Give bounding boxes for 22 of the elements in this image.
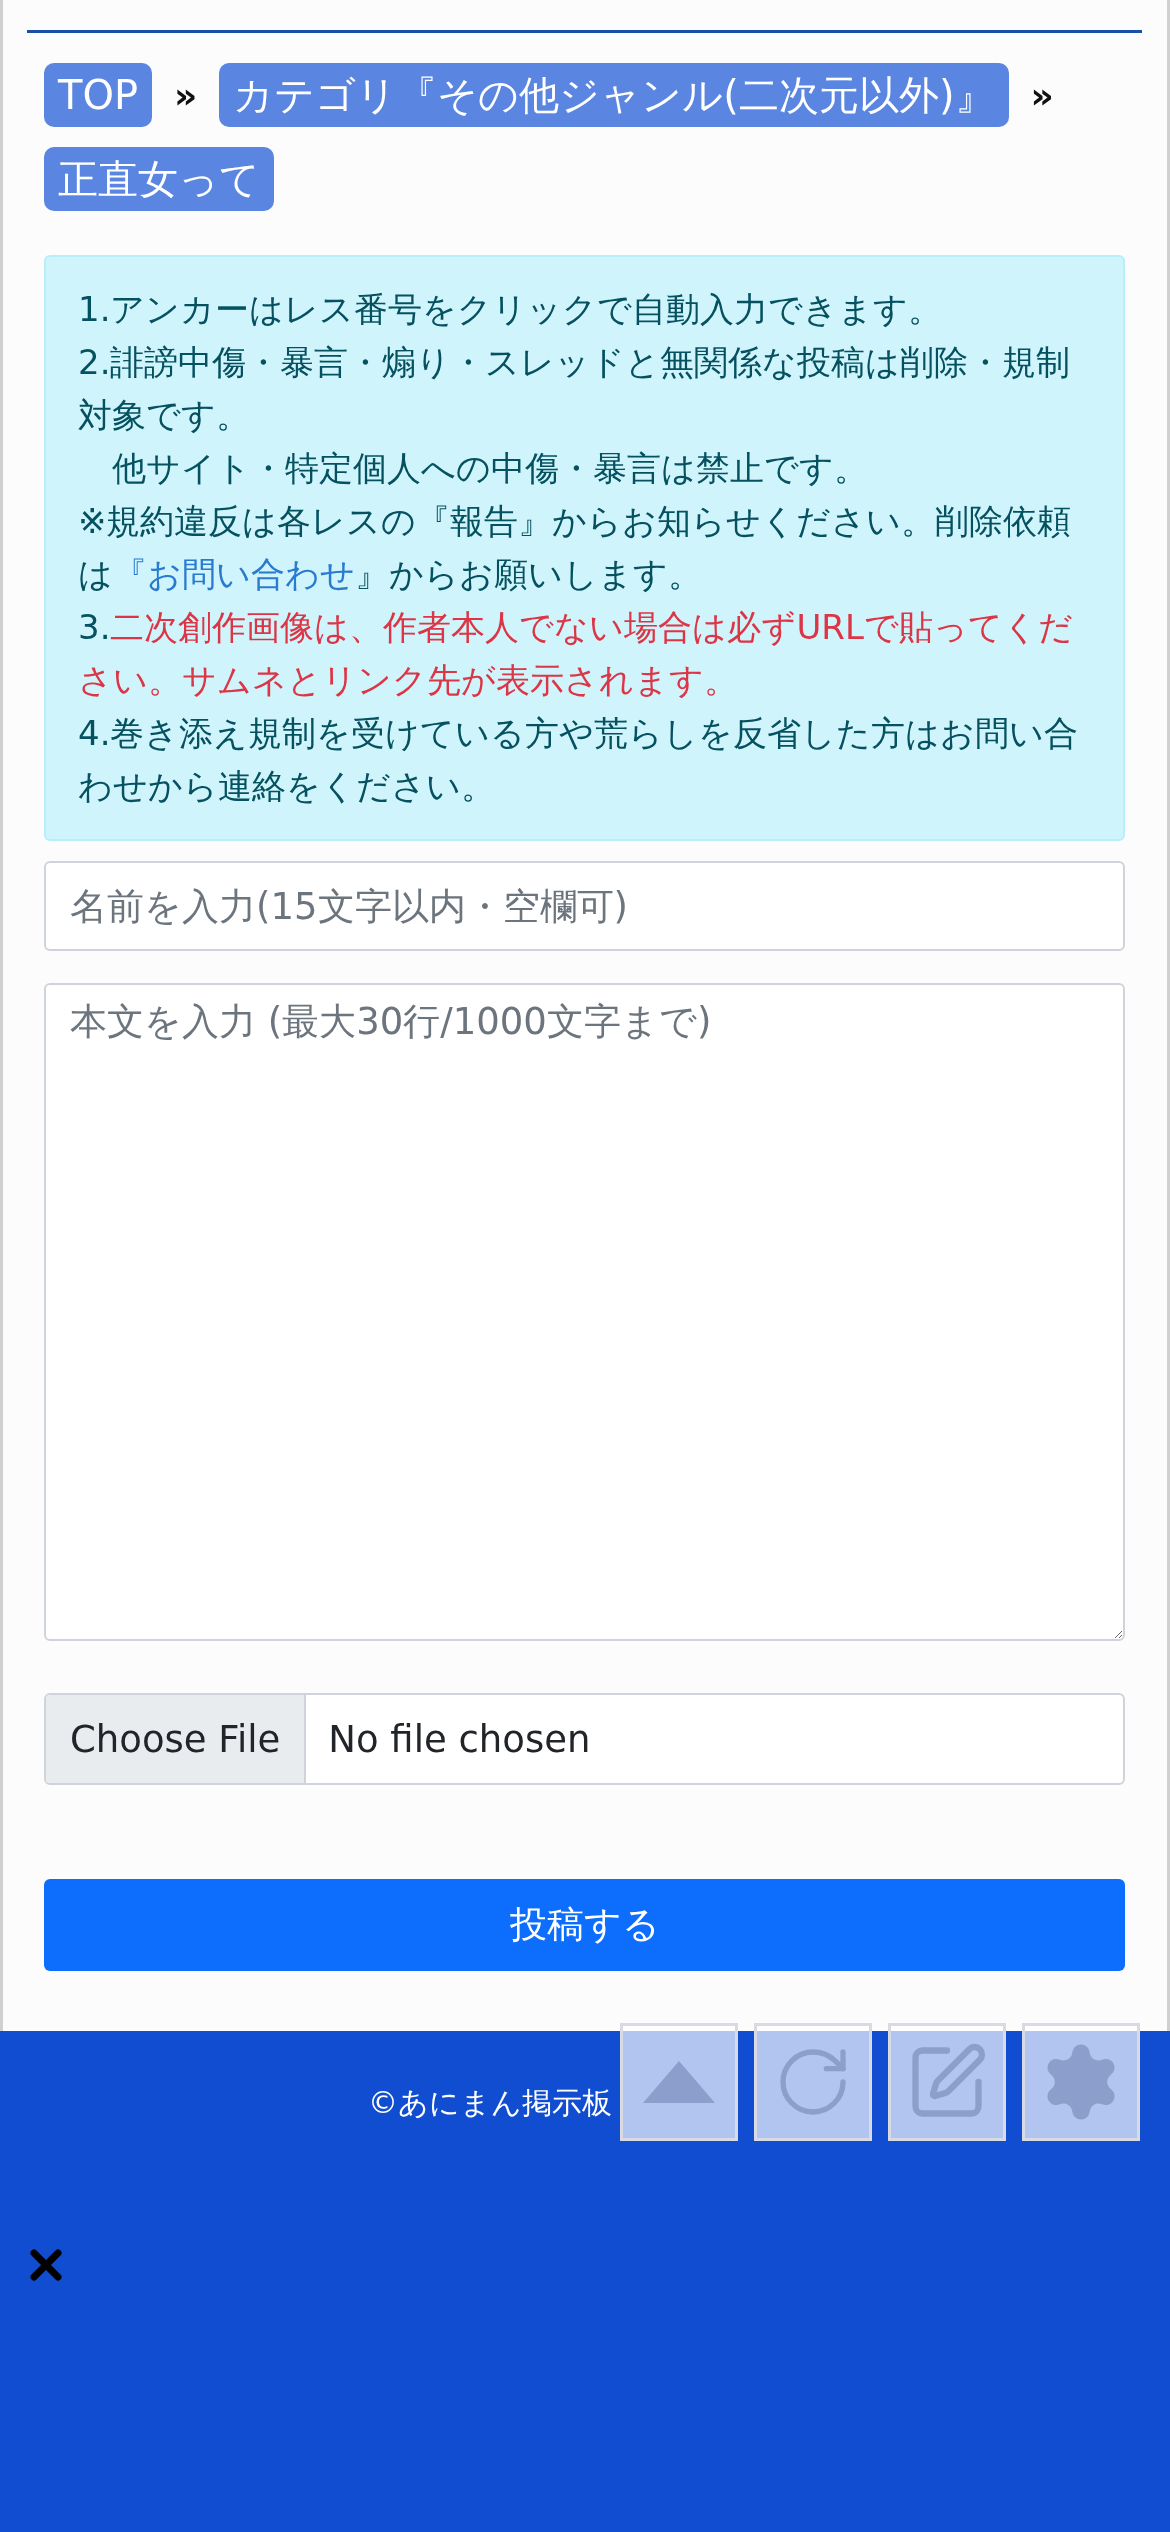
breadcrumb-link[interactable]: 正直女って: [44, 147, 274, 211]
settings-button[interactable]: [1022, 2023, 1140, 2141]
scroll-top-button[interactable]: [620, 2023, 738, 2141]
breadcrumb-link[interactable]: カテゴリ『その他ジャンル(二次元以外)』: [219, 63, 1009, 127]
choose-file-button[interactable]: Choose File: [46, 1695, 307, 1783]
name-field[interactable]: 名前を入力(15文字以内・空欄可): [44, 861, 1125, 951]
notice-text: 1.アンカーはレス番号をクリックで自動入力できます。: [78, 288, 944, 331]
body-field[interactable]: 本文を入力 (最大30行/1000文字まで): [44, 983, 1125, 1641]
breadcrumb-separator: »: [173, 74, 199, 116]
contact-link[interactable]: 『お問い合わせ: [113, 554, 355, 594]
breadcrumb-separator: »: [1029, 74, 1055, 116]
copyright-text: ©あにまん掲示板: [368, 2084, 612, 2122]
submit-button[interactable]: 投稿する: [44, 1879, 1125, 1971]
breadcrumb-link[interactable]: TOP: [44, 63, 153, 127]
notice-text: ※規約違反は各レスの『報告』からお知らせください。削除依頼は『お問い合わせ』からお願いします。: [78, 500, 1073, 596]
notice-text: 3.二次創作画像は、作者本人でない場合は必ずURLで貼ってください。サムネとリンク先が表示されます。: [78, 606, 1074, 702]
notice-text: 2.誹謗中傷・暴言・煽り・スレッドと無関係な投稿は削除・規制対象です。: [78, 341, 1072, 437]
reload-button[interactable]: [754, 2023, 872, 2141]
notice-text: 他サイト・特定個人への中傷・暴言は禁止です。: [111, 447, 869, 490]
notice-text: 4.巻き添え規制を受けている方や荒らしを反省した方はお問い合わせから連絡をください。: [78, 712, 1079, 808]
file-status: No file chosen: [327, 1717, 591, 1761]
edit-button[interactable]: [888, 2023, 1006, 2141]
